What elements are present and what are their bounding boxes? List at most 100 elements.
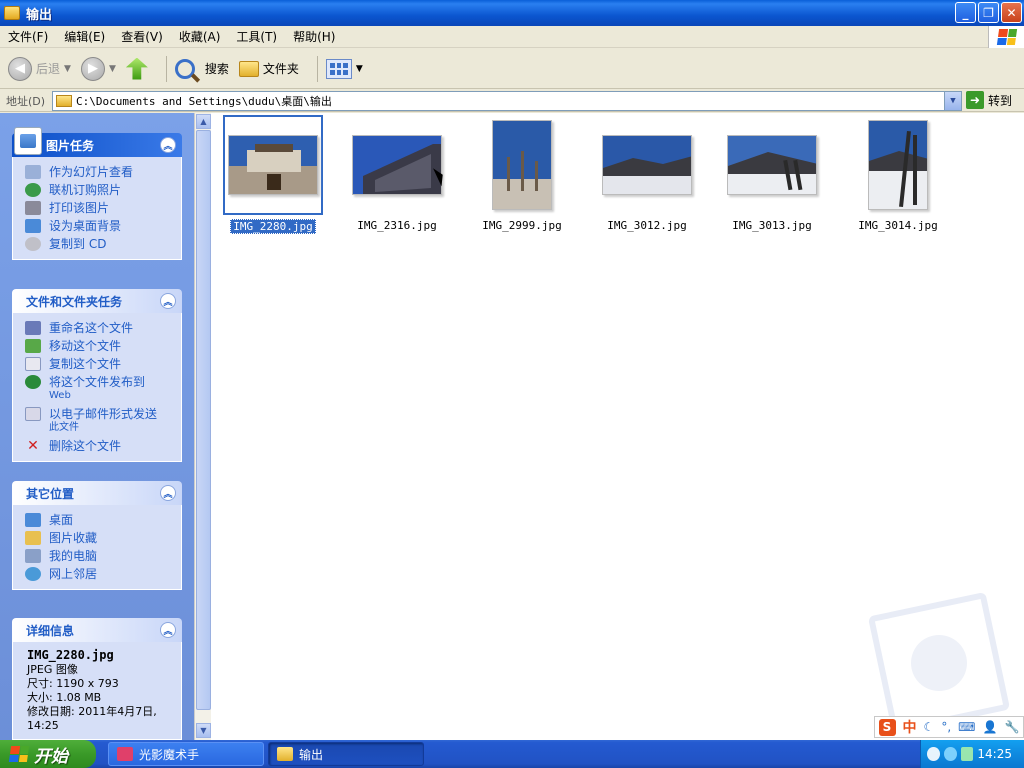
- collapse-icon[interactable]: ︽: [160, 485, 176, 501]
- address-input[interactable]: C:\Documents and Settings\dudu\桌面\输出 ▼: [52, 91, 962, 111]
- file-tasks-panel: 文件和文件夹任务 ︽ 重命名这个文件 移动这个文件 复制这个文件 将这个文件发布…: [12, 289, 182, 462]
- system-tray: 14:25: [920, 740, 1024, 768]
- collapse-icon[interactable]: ︽: [160, 622, 176, 638]
- up-button[interactable]: [125, 57, 148, 80]
- user-icon[interactable]: 👤: [983, 720, 998, 734]
- file-thumbnail[interactable]: IMG_3012.jpg: [587, 115, 707, 232]
- place-desktop[interactable]: 桌面: [13, 511, 181, 529]
- wrench-icon[interactable]: 🔧: [1004, 720, 1019, 734]
- keyboard-icon[interactable]: ⌨: [958, 720, 975, 734]
- file-view[interactable]: IMG_2280.jpg IMG_2316.jpg IMG_2999.jpg I…: [211, 113, 1024, 740]
- task-slideshow[interactable]: 作为幻灯片查看: [13, 163, 181, 181]
- clock[interactable]: 14:25: [977, 747, 1012, 761]
- menu-file[interactable]: 文件(F): [0, 28, 56, 45]
- folders-button[interactable]: 文件夹: [238, 60, 299, 77]
- punctuation-icon[interactable]: °,: [941, 720, 951, 734]
- taskbar: 开始 光影魔术手 输出 14:25: [0, 740, 1024, 768]
- start-button[interactable]: 开始: [0, 740, 96, 768]
- scrollbar-thumb[interactable]: [196, 130, 211, 710]
- file-name: IMG_3013.jpg: [732, 219, 812, 232]
- windows-logo: [988, 26, 1024, 48]
- scroll-down-icon[interactable]: ▼: [196, 723, 211, 738]
- back-button[interactable]: ◀ 后退 ▼: [8, 56, 71, 81]
- sogou-ime-icon[interactable]: S: [878, 718, 896, 736]
- ime-toolbar: S 中 ☾ °, ⌨ 👤 🔧: [874, 716, 1024, 738]
- place-my-pictures[interactable]: 图片收藏: [13, 529, 181, 547]
- file-name: IMG_2280.jpg: [230, 219, 316, 234]
- picture-tasks-panel: 图片任务 ︽ 作为幻灯片查看 联机订购照片 打印该图片 设为桌面背景 复制到 C…: [12, 127, 182, 260]
- file-name: IMG_3012.jpg: [607, 219, 687, 232]
- network-icon[interactable]: [943, 747, 957, 761]
- go-button[interactable]: ➜ 转到: [966, 91, 1012, 109]
- details-size: 大小: 1.08 MB: [27, 691, 102, 704]
- taskbar-app-output-folder[interactable]: 输出: [268, 742, 424, 766]
- menu-tools[interactable]: 工具(T): [228, 28, 285, 45]
- task-set-background[interactable]: 设为桌面背景: [13, 217, 181, 235]
- picture-tasks-header[interactable]: 图片任务 ︽: [12, 127, 182, 157]
- forward-button[interactable]: ▶ ▼: [80, 56, 116, 81]
- file-thumbnail[interactable]: IMG_3014.jpg: [838, 115, 958, 232]
- printer-icon: [25, 201, 41, 215]
- other-places-panel: 其它位置 ︽ 桌面 图片收藏 我的电脑 网上邻居: [12, 481, 182, 590]
- picture-tasks-title: 图片任务: [46, 138, 95, 153]
- chevron-down-icon: ▼: [64, 63, 71, 74]
- photo-snowfield-thumbnail: [602, 135, 692, 195]
- task-delete[interactable]: ✕ 删除这个文件: [13, 437, 181, 455]
- details-header[interactable]: 详细信息 ︽: [12, 618, 182, 642]
- file-name: IMG_2316.jpg: [357, 219, 437, 232]
- task-rename[interactable]: 重命名这个文件: [13, 319, 181, 337]
- file-thumbnail[interactable]: IMG_2280.jpg: [213, 115, 333, 234]
- task-email[interactable]: 以电子邮件形式发送 此文件: [13, 405, 181, 437]
- task-pane-scrollbar[interactable]: ▲ ▼: [194, 113, 211, 740]
- maximize-button[interactable]: ❐: [978, 2, 999, 23]
- title-bar[interactable]: 输出 _ ❐ ✕: [0, 0, 1024, 26]
- folders-label: 文件夹: [262, 62, 299, 76]
- menu-favorites[interactable]: 收藏(A): [171, 28, 229, 45]
- tray-expand-icon[interactable]: [927, 747, 940, 761]
- ime-mode[interactable]: 中: [903, 717, 917, 737]
- collapse-icon[interactable]: ︽: [160, 137, 176, 153]
- search-icon: [174, 58, 195, 79]
- moon-icon[interactable]: ☾: [924, 720, 935, 734]
- file-tasks-header[interactable]: 文件和文件夹任务 ︽: [12, 289, 182, 313]
- other-places-header[interactable]: 其它位置 ︽: [12, 481, 182, 505]
- scroll-up-icon[interactable]: ▲: [196, 114, 211, 129]
- computer-icon: [25, 549, 41, 563]
- task-print[interactable]: 打印该图片: [13, 199, 181, 217]
- menu-help[interactable]: 帮助(H): [285, 28, 343, 45]
- search-button[interactable]: 搜索: [174, 58, 229, 79]
- minimize-button[interactable]: _: [955, 2, 976, 23]
- address-path: C:\Documents and Settings\dudu\桌面\输出: [76, 95, 332, 108]
- photo-ski-poles-thumbnail: [868, 120, 928, 210]
- address-dropdown-button[interactable]: ▼: [944, 92, 961, 110]
- cd-icon: [25, 237, 41, 251]
- task-order-prints[interactable]: 联机订购照片: [13, 181, 181, 199]
- task-move[interactable]: 移动这个文件: [13, 337, 181, 355]
- file-thumbnail[interactable]: IMG_3013.jpg: [712, 115, 832, 232]
- slideshow-icon: [25, 165, 41, 179]
- signal-icon[interactable]: [960, 747, 974, 761]
- views-button[interactable]: ▼: [325, 58, 363, 79]
- task-copy[interactable]: 复制这个文件: [13, 355, 181, 373]
- task-copy-cd[interactable]: 复制到 CD: [13, 235, 181, 253]
- thumbnail-frame: [347, 115, 447, 215]
- task-publish-web[interactable]: 将这个文件发布到 Web: [13, 373, 181, 405]
- close-button[interactable]: ✕: [1001, 2, 1022, 23]
- menu-bar: 文件(F) 编辑(E) 查看(V) 收藏(A) 工具(T) 帮助(H): [0, 26, 1024, 48]
- photo-gate-thumbnail: [352, 135, 442, 195]
- menu-edit[interactable]: 编辑(E): [56, 28, 113, 45]
- details-dimensions: 尺寸: 1190 x 793: [27, 677, 119, 690]
- menu-view[interactable]: 查看(V): [113, 28, 171, 45]
- windows-flag-icon: [8, 746, 30, 762]
- place-my-computer[interactable]: 我的电脑: [13, 547, 181, 565]
- file-thumbnail[interactable]: IMG_2999.jpg: [462, 115, 582, 232]
- search-label: 搜索: [204, 62, 229, 76]
- thumbnail-frame: [722, 115, 822, 215]
- task-pane: 图片任务 ︽ 作为幻灯片查看 联机订购照片 打印该图片 设为桌面背景 复制到 C…: [0, 113, 194, 740]
- back-arrow-icon: ◀: [8, 56, 32, 81]
- thumbnail-frame: [472, 115, 572, 215]
- taskbar-app-guangying[interactable]: 光影魔术手: [108, 742, 264, 766]
- collapse-icon[interactable]: ︽: [160, 293, 176, 309]
- thumbnail-frame: [848, 115, 948, 215]
- place-network[interactable]: 网上邻居: [13, 565, 181, 583]
